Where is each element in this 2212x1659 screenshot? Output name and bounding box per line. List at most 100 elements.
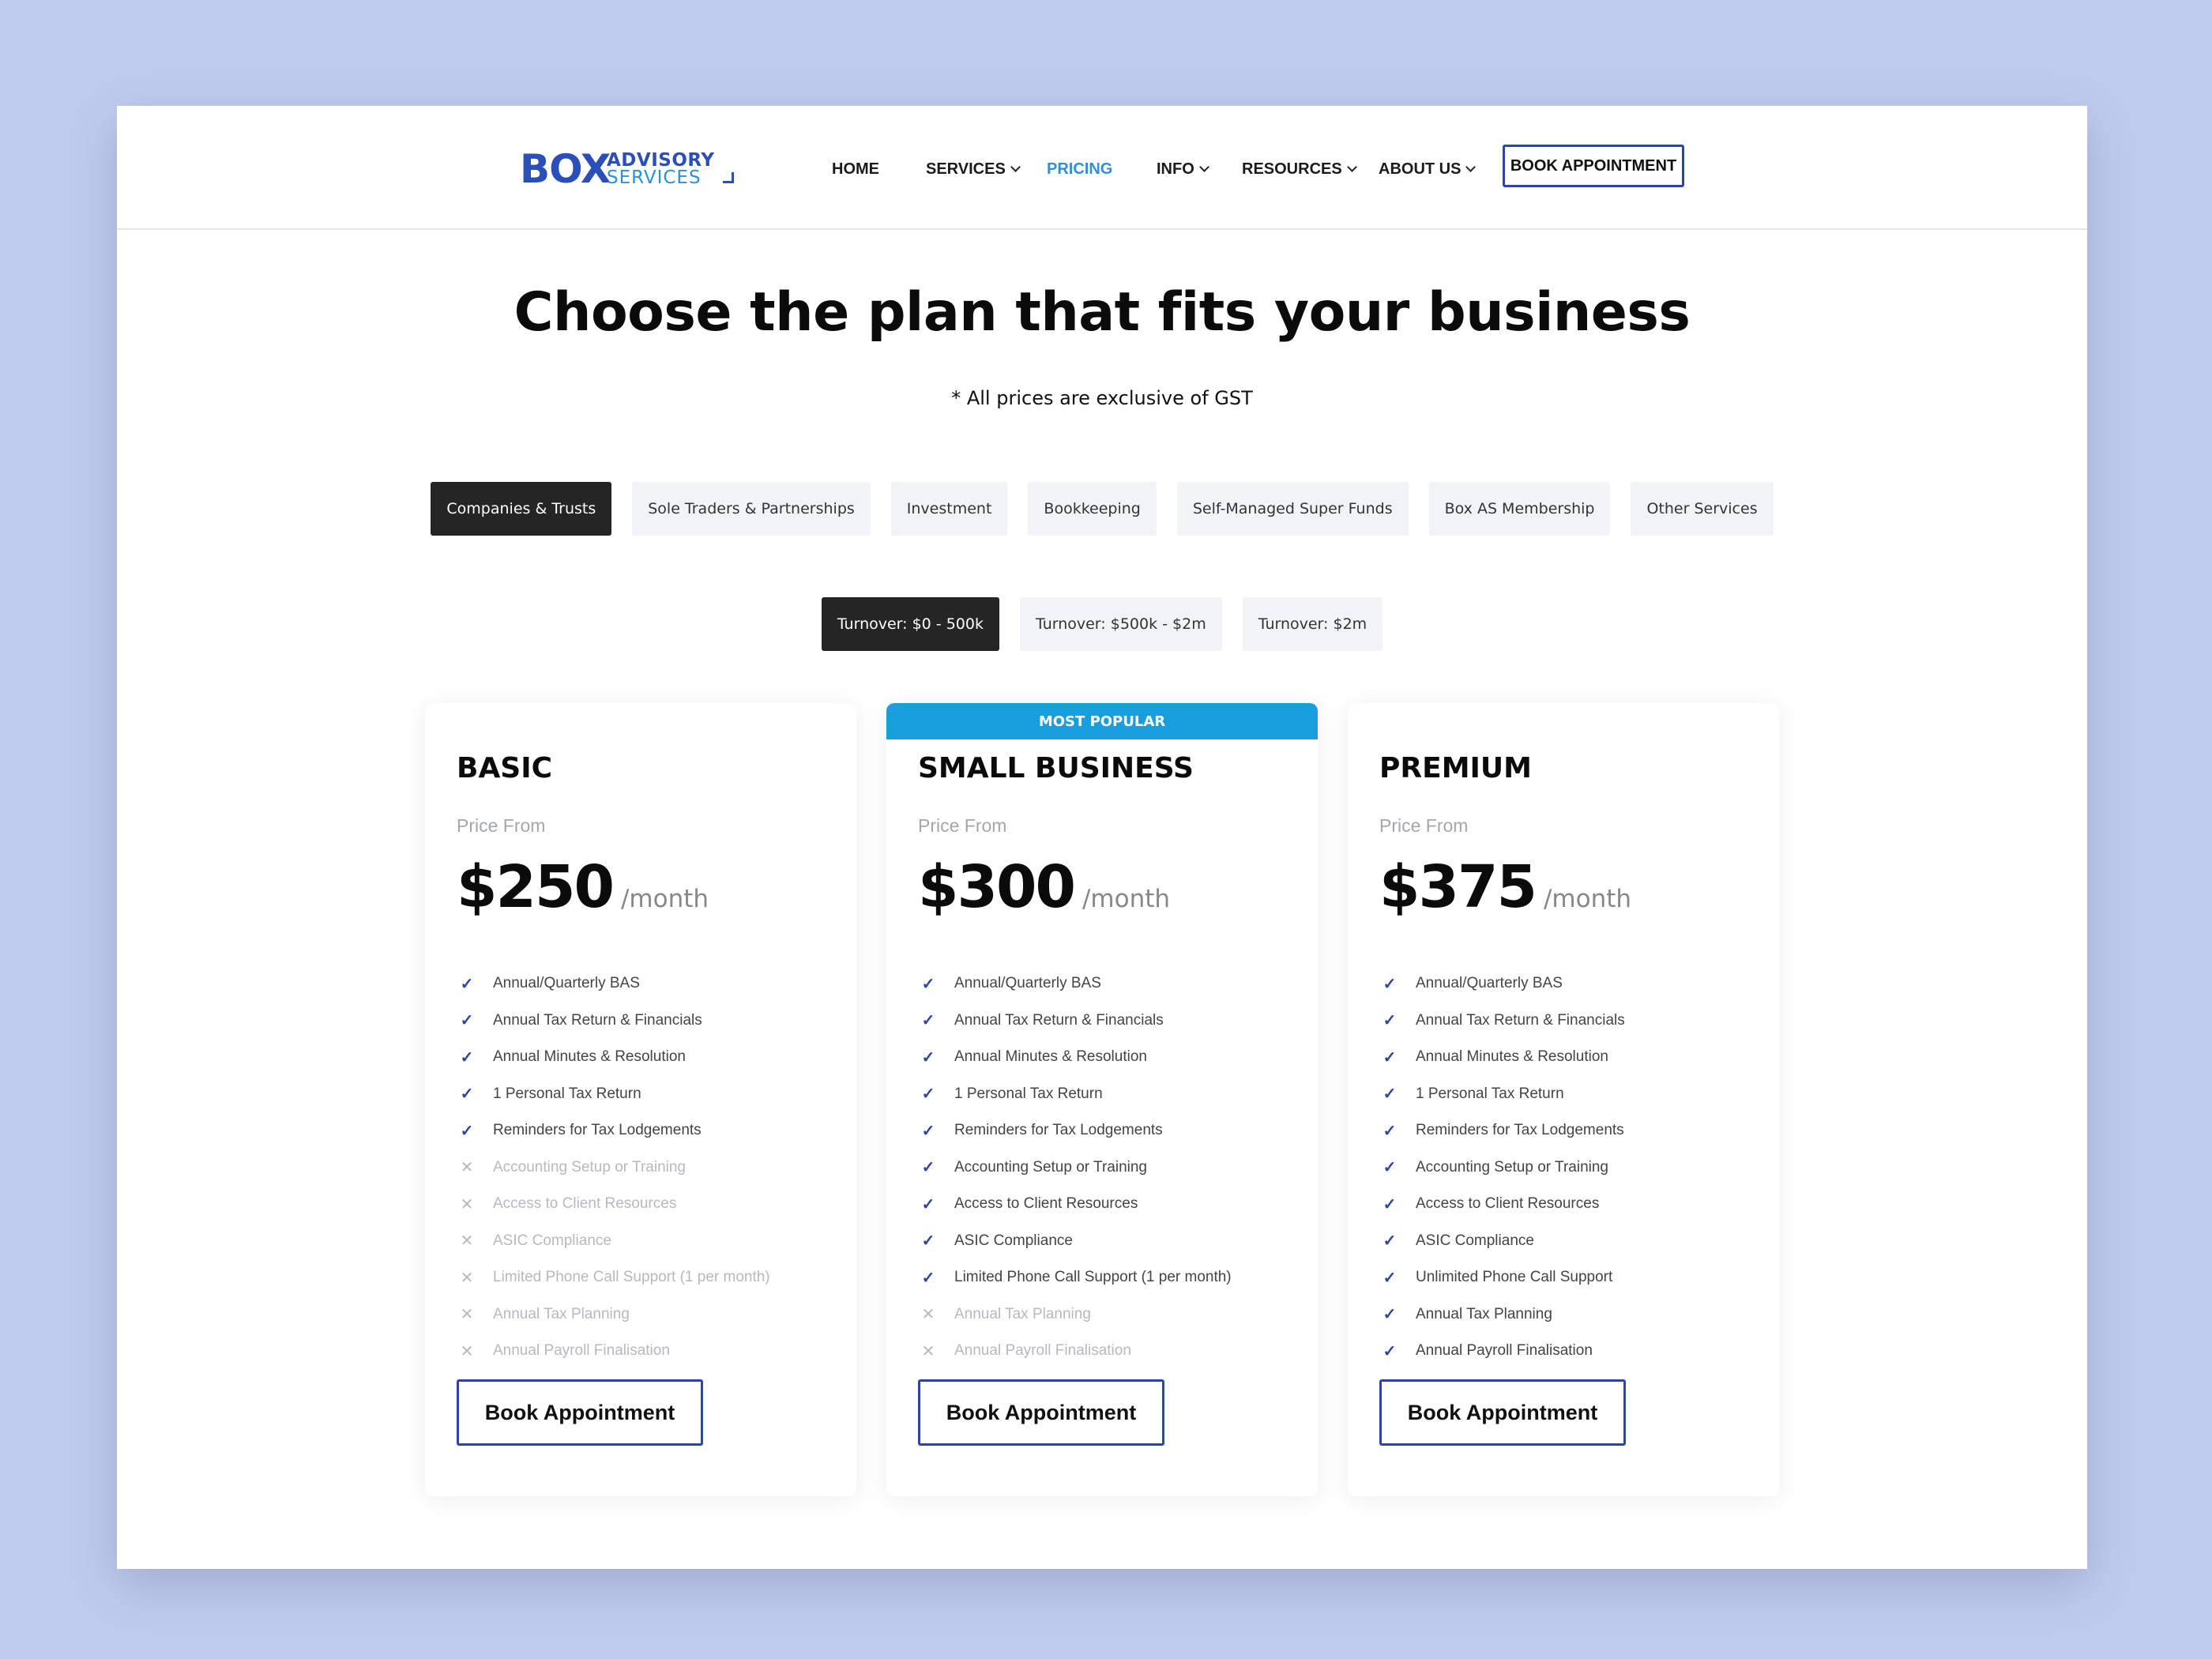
chevron-down-icon [1010, 162, 1021, 172]
feature-item: ✕ Annual Tax Planning [457, 1296, 770, 1334]
feature-list: ✓ Annual/Quarterly BAS ✓ Annual Tax Return … [457, 965, 770, 1370]
feature-item: ✕ Annual Payroll Finalisation [457, 1333, 770, 1370]
nav-info[interactable]: INFO [1157, 158, 1209, 180]
plan-card-small-business: MOST POPULAR SMALL BUSINESS Price From $… [886, 703, 1318, 1496]
feature-item: ✓ ASIC Compliance [1379, 1223, 1625, 1260]
tab-turnover-0-500k[interactable]: Turnover: $0 - 500k [821, 597, 999, 651]
check-icon: ✓ [1382, 1012, 1397, 1030]
cross-icon: ✕ [921, 1306, 935, 1324]
feature-text: Annual Tax Planning [1416, 1305, 1552, 1322]
feature-text: Annual/Quarterly BAS [1416, 975, 1563, 992]
feature-item: ✓ Reminders for Tax Lodgements [918, 1112, 1232, 1149]
plan-card-premium: PREMIUM Price From $375/month ✓ Annual/Qu… [1348, 703, 1779, 1496]
feature-item: ✕ Annual Payroll Finalisation [918, 1333, 1232, 1370]
check-icon: ✓ [460, 1048, 474, 1066]
nav-pricing[interactable]: PRICING [1047, 158, 1112, 180]
tab-turnover-500k-2m[interactable]: Turnover: $500k - $2m [1019, 597, 1222, 651]
price-from-label: Price From [1379, 815, 1469, 836]
browser-page: BOX ADVISORY SERVICES HOME SERVICES PRIC… [117, 106, 2087, 1569]
feature-item: ✓ 1 Personal Tax Return [457, 1076, 770, 1113]
feature-item: ✓ Annual Tax Return & Financials [918, 1003, 1232, 1040]
cross-icon: ✕ [460, 1342, 474, 1360]
feature-list: ✓ Annual/Quarterly BAS ✓ Annual Tax Return … [1379, 965, 1625, 1370]
nav-pricing-label: PRICING [1047, 160, 1113, 178]
check-icon: ✓ [1382, 1232, 1397, 1251]
feature-text: Unlimited Phone Call Support [1416, 1269, 1613, 1286]
feature-item: ✓ Access to Client Resources [918, 1186, 1232, 1223]
feature-item: ✓ Reminders for Tax Lodgements [1379, 1112, 1625, 1149]
feature-item: ✓ Accounting Setup or Training [1379, 1149, 1625, 1187]
check-icon: ✓ [921, 1269, 935, 1287]
cross-icon: ✕ [460, 1232, 474, 1251]
nav-resources-label: RESOURCES [1242, 160, 1342, 178]
feature-text: Limited Phone Call Support (1 per month) [954, 1269, 1232, 1286]
price-period: /month [620, 885, 709, 913]
tab-sole-traders[interactable]: Sole Traders & Partnerships [632, 482, 871, 536]
cross-icon: ✕ [460, 1269, 474, 1287]
feature-item: ✕ ASIC Compliance [457, 1223, 770, 1260]
feature-text: Annual Payroll Finalisation [493, 1342, 670, 1360]
site-header: BOX ADVISORY SERVICES HOME SERVICES PRIC… [117, 106, 2087, 230]
logo-subtitle: ADVISORY SERVICES [607, 150, 715, 188]
price-period: /month [1543, 885, 1632, 913]
tab-other-services[interactable]: Other Services [1631, 482, 1774, 536]
tab-membership[interactable]: Box AS Membership [1428, 482, 1611, 536]
feature-text: Annual Tax Planning [493, 1305, 630, 1322]
nav-resources[interactable]: RESOURCES [1242, 158, 1357, 180]
check-icon: ✓ [1382, 1269, 1397, 1287]
feature-item: ✓ Annual/Quarterly BAS [457, 965, 770, 1003]
feature-item: ✕ Accounting Setup or Training [457, 1149, 770, 1187]
book-appointment-button[interactable]: Book Appointment [457, 1379, 703, 1446]
check-icon: ✓ [921, 1085, 935, 1104]
feature-text: Reminders for Tax Lodgements [954, 1122, 1163, 1139]
feature-text: ASIC Compliance [493, 1232, 611, 1249]
turnover-tabs: Turnover: $0 - 500k Turnover: $500k - $2… [117, 597, 2087, 651]
nav-about-us[interactable]: ABOUT US [1379, 158, 1477, 180]
check-icon: ✓ [1382, 1085, 1397, 1104]
tab-smsf[interactable]: Self-Managed Super Funds [1176, 482, 1409, 536]
check-icon: ✓ [460, 1122, 474, 1140]
price-period: /month [1082, 885, 1171, 913]
feature-item: ✓ Annual Minutes & Resolution [1379, 1039, 1625, 1076]
price-amount: $375 [1379, 853, 1537, 921]
cross-icon: ✕ [460, 1195, 474, 1213]
check-icon: ✓ [921, 1012, 935, 1030]
tab-companies-trusts[interactable]: Companies & Trusts [431, 482, 612, 536]
cross-icon: ✕ [460, 1306, 474, 1324]
tab-turnover-2m[interactable]: Turnover: $2m [1242, 597, 1383, 651]
feature-text: 1 Personal Tax Return [1416, 1085, 1564, 1102]
feature-item: ✓ Annual Payroll Finalisation [1379, 1333, 1625, 1370]
feature-text: Access to Client Resources [954, 1195, 1138, 1213]
logo-line-1: ADVISORY [607, 150, 715, 171]
check-icon: ✓ [1382, 1342, 1397, 1360]
nav-services[interactable]: SERVICES [926, 158, 1021, 180]
feature-item: ✓ 1 Personal Tax Return [1379, 1076, 1625, 1113]
check-icon: ✓ [1382, 1122, 1397, 1140]
check-icon: ✓ [921, 1122, 935, 1140]
feature-text: Accounting Setup or Training [954, 1158, 1147, 1176]
feature-text: Reminders for Tax Lodgements [493, 1122, 702, 1139]
feature-item: ✓ Annual/Quarterly BAS [1379, 965, 1625, 1003]
check-icon: ✓ [921, 1159, 935, 1177]
book-appointment-header-button[interactable]: BOOK APPOINTMENT [1503, 145, 1684, 187]
nav-home[interactable]: HOME [832, 158, 879, 180]
check-icon: ✓ [921, 975, 935, 993]
check-icon: ✓ [1382, 1048, 1397, 1066]
feature-text: Access to Client Resources [1416, 1195, 1600, 1213]
chevron-down-icon [1465, 162, 1477, 172]
feature-item: ✓ Annual Tax Planning [1379, 1296, 1625, 1334]
check-icon: ✓ [921, 1048, 935, 1066]
feature-item: ✓ Annual Tax Return & Financials [457, 1003, 770, 1040]
tab-investment[interactable]: Investment [890, 482, 1008, 536]
logo-line-2: SERVICES [607, 167, 702, 188]
feature-text: Limited Phone Call Support (1 per month) [493, 1269, 770, 1286]
tab-bookkeeping[interactable]: Bookkeeping [1028, 482, 1157, 536]
book-appointment-button[interactable]: Book Appointment [918, 1379, 1164, 1446]
book-appointment-button[interactable]: Book Appointment [1379, 1379, 1626, 1446]
check-icon: ✓ [1382, 1159, 1397, 1177]
logo-wordmark: BOX [520, 146, 611, 192]
check-icon: ✓ [1382, 1306, 1397, 1324]
plan-price: $375/month [1379, 853, 1631, 921]
logo-corner-mark [723, 172, 734, 183]
feature-text: Annual Minutes & Resolution [493, 1048, 686, 1066]
